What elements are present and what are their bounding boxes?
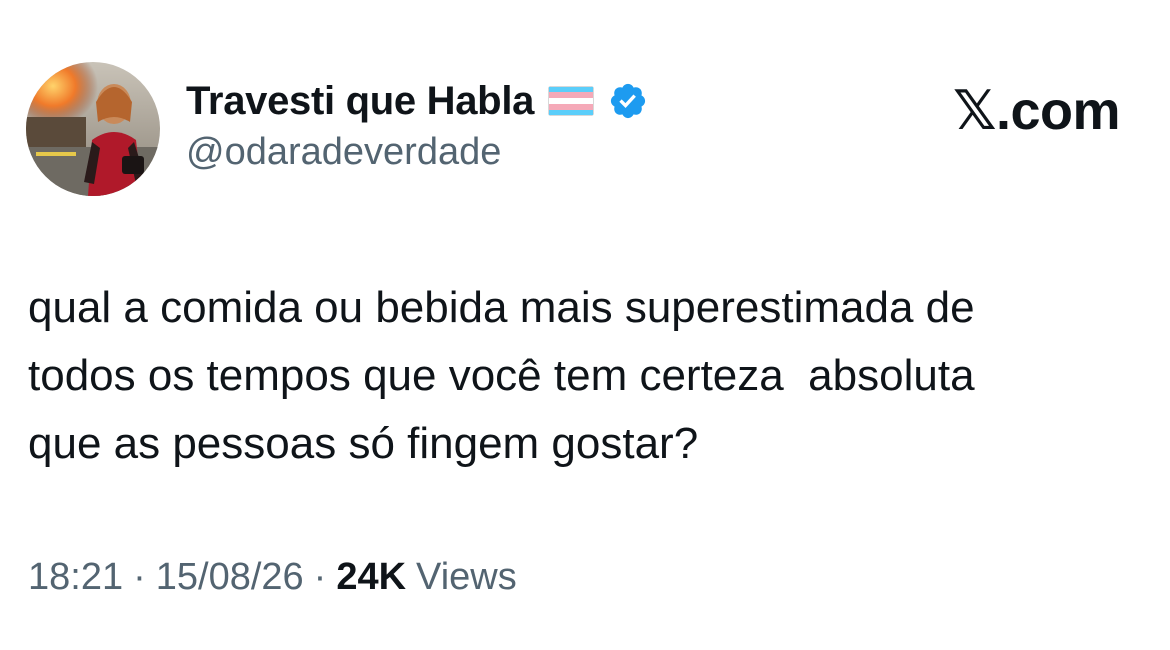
display-name[interactable]: Travesti que Habla	[186, 76, 534, 126]
views-label: Views	[416, 556, 517, 598]
tweet-text: qual a comida ou bebida mais superestima…	[28, 283, 975, 468]
meta-separator: ·	[313, 556, 327, 598]
tweet-meta: 18:21 · 15/08/26 · 24K Views	[28, 552, 517, 602]
author-handle[interactable]: @odaradeverdade	[186, 128, 501, 176]
tweet-time[interactable]: 18:21	[28, 552, 123, 602]
x-com-logo: 𝕏.com	[952, 81, 1121, 141]
views-count: 24K	[336, 556, 407, 598]
verified-badge-icon[interactable]	[608, 81, 648, 121]
avatar[interactable]	[26, 62, 160, 196]
tweet-card: Travesti que Habla @odaradeverdade 𝕏.com…	[0, 0, 1170, 650]
tweet-date[interactable]: 15/08/26	[156, 552, 304, 602]
avatar-image	[26, 62, 160, 196]
author-row: Travesti que Habla	[186, 76, 648, 126]
meta-separator: ·	[133, 556, 146, 598]
transgender-flag-icon	[548, 86, 595, 116]
